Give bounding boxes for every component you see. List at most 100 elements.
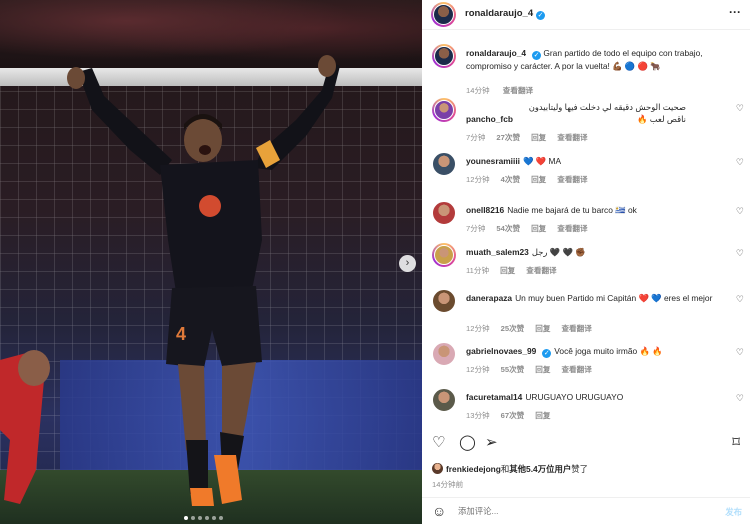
verified-badge-icon: ✓ [532,51,542,60]
comment-likes[interactable]: 55次赞 [501,365,525,374]
likes-others[interactable]: 其他5.4万位用户 [509,464,571,474]
comment-like-heart-icon[interactable]: ♡ [736,207,744,216]
post-side-panel: ronaldaraujo_4 ✓ ··· ronaldaraujo_4 ✓ Gran… [422,0,750,524]
commenter-avatar[interactable] [432,342,456,366]
comment-username[interactable]: younesramiiii [466,156,520,166]
caption-avatar[interactable] [432,44,456,68]
reply-link[interactable]: 回复 [531,133,546,142]
commenter-avatar[interactable] [432,152,456,176]
translate-link[interactable]: 查看翻译 [557,133,587,142]
more-horizontal-icon[interactable]: ··· [729,5,741,19]
comment-text: Un muy buen Partido mi Capitán ❤️ 💙 eres… [515,293,713,303]
reply-link[interactable]: 回复 [500,266,515,275]
comment-username[interactable]: muath_salem23 [466,247,529,257]
carousel-dot [191,516,195,520]
comment-username[interactable]: facuretamal14 [466,392,522,402]
comment-like-heart-icon[interactable]: ♡ [736,158,744,167]
carousel-dot [212,516,216,520]
comment-text: 💙 ❤️ MA [523,156,562,166]
comment-text: Nadie me bajará de tu barco 🇺🇾 ok [507,205,637,215]
comment-text-block: younesramiiii 💙 ❤️ MA [466,155,724,167]
comment-username[interactable]: pancho_fcb [466,114,513,124]
post-comment-button[interactable]: 发布 [725,506,742,518]
reply-link[interactable]: 回复 [531,224,546,233]
comment-time: 12分钟 [466,324,490,333]
comment-time: 12分钟 [466,365,490,374]
comments-list[interactable]: ronaldaraujo_4 ✓ Gran partido de todo el … [422,31,750,423]
translate-link[interactable]: 查看翻译 [561,365,591,374]
post-photo[interactable]: 4 › [0,0,422,524]
translate-link[interactable]: 查看翻译 [557,224,587,233]
reply-link[interactable]: 回复 [535,411,550,420]
comment-time: 7分钟 [466,133,486,142]
comment-meta: 12分钟 4次赞 回复 查看翻译 [466,174,599,185]
comment-time: 13分钟 [466,411,490,420]
comment-text: URUGUAYO URUGUAYO [525,392,624,402]
comment-username[interactable]: gabrielnovaes_99 [466,346,536,356]
comment-like-heart-icon[interactable]: ♡ [736,104,744,113]
comment-icon[interactable]: ◯ [459,435,476,450]
comment-likes[interactable]: 27次赞 [496,133,520,142]
carousel-dot [219,516,223,520]
translate-link[interactable]: 查看翻译 [557,175,587,184]
carousel-dots [184,516,223,520]
commenter-avatar[interactable] [432,388,456,412]
action-bar: ♡ ◯ ➢ ⌑ [422,432,750,456]
comment-text-block: muath_salem23 رجل 🖤 🖤 ✊🏾 [466,246,724,258]
comment-meta: 12分钟 25次赞 回复 查看翻译 [466,323,603,334]
comment-text-block: facuretamal14 URUGUAYO URUGUAYO [466,391,724,403]
commenter-avatar[interactable] [432,289,456,313]
comment-input[interactable] [458,506,688,516]
smiley-icon[interactable]: ☺ [432,504,446,518]
comment-like-heart-icon[interactable]: ♡ [736,249,744,258]
carousel-next-button[interactable]: › [399,255,416,272]
comment-time: 12分钟 [466,175,490,184]
commenter-avatar[interactable] [432,243,456,267]
comment-username[interactable]: onell8216 [466,205,504,215]
comment-likes[interactable]: 25次赞 [501,324,525,333]
likes-suffix: 赞了 [571,464,588,474]
carousel-dot [205,516,209,520]
liker-avatar[interactable] [432,463,443,474]
comment-time: 11分钟 [466,266,490,275]
comment-likes[interactable]: 54次赞 [496,224,520,233]
player-figure: 4 [0,55,340,506]
carousel-dot [198,516,202,520]
carousel-dot [184,516,188,520]
comment-like-heart-icon[interactable]: ♡ [736,348,744,357]
comment-text: رجل 🖤 🖤 ✊🏾 [531,247,586,257]
comment-text: Você joga muito irmão 🔥 🔥 [554,346,663,356]
comment-like-heart-icon[interactable]: ♡ [736,394,744,403]
comment-username[interactable]: danerapaza [466,293,512,303]
send-icon[interactable]: ➢ [485,435,498,450]
comment-likes[interactable]: 67次赞 [501,411,525,420]
comment-text: صحيت الوحش دقيقه لي دخلت فيها وليتابيدون… [528,102,686,124]
commenter-avatar-image [432,201,456,225]
commenter-avatar[interactable] [432,201,456,225]
comment-text-block: gabrielnovaes_99 ✓ Você joga muito irmão 🔥… [466,345,724,358]
commenter-avatar[interactable] [432,98,456,122]
reply-link[interactable]: 回复 [535,324,550,333]
verified-badge-icon: ✓ [536,11,546,20]
svg-text:4: 4 [176,324,186,344]
bookmark-icon[interactable]: ⌑ [732,435,740,450]
author-username[interactable]: ronaldaraujo_4 [465,8,533,19]
comment-like-heart-icon[interactable]: ♡ [736,295,744,304]
caption-username[interactable]: ronaldaraujo_4 [466,48,526,58]
translate-link[interactable]: 查看翻译 [561,324,591,333]
author-username-row: ronaldaraujo_4 ✓ [465,8,546,20]
commenter-avatar-image [434,245,454,265]
comment-text-block: onell8216 Nadie me bajará de tu barco 🇺🇾 … [466,204,724,216]
verified-badge-icon: ✓ [542,349,552,358]
caption-translate-link[interactable]: 查看翻译 [503,86,533,95]
commenter-avatar-image [434,100,454,120]
reply-link[interactable]: 回复 [535,365,550,374]
author-avatar[interactable] [431,2,456,27]
liker-username[interactable]: frenkiedejong [446,464,501,474]
post-header: ronaldaraujo_4 ✓ ··· [422,0,750,30]
comment-likes[interactable]: 4次赞 [501,175,520,184]
reply-link[interactable]: 回复 [531,175,546,184]
heart-icon[interactable]: ♡ [432,435,445,450]
translate-link[interactable]: 查看翻译 [526,266,556,275]
caption-time: 14分钟 [466,86,490,95]
